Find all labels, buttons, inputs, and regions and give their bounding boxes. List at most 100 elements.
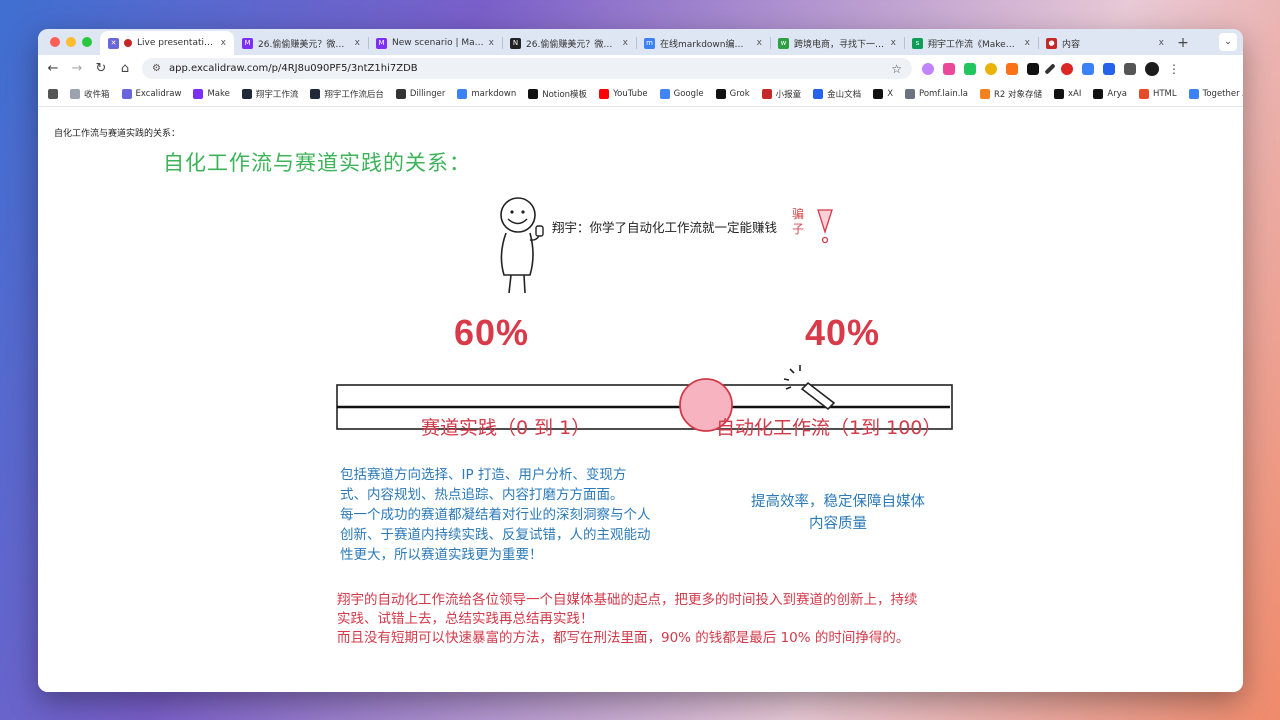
tab-live-presentation[interactable]: ✕ Live presentation - x bbox=[100, 31, 234, 55]
bookmark-item[interactable]: markdown bbox=[457, 89, 516, 99]
bookmark-item[interactable]: YouTube bbox=[599, 89, 648, 99]
reload-icon[interactable]: ↻ bbox=[94, 61, 108, 76]
stick-figure-illustration bbox=[500, 197, 544, 294]
tab-close-icon[interactable]: x bbox=[355, 38, 360, 48]
tab-cross-border[interactable]: w 跨境电商，寻找下一张船 x bbox=[770, 31, 904, 55]
bookmark-item[interactable]: Google bbox=[659, 89, 704, 99]
pen-extension-icon[interactable] bbox=[1044, 62, 1056, 75]
footer-line: 而且没有短期可以快速暴富的方法，都写在刑法里面，90% 的钱都是最后 10% 的… bbox=[337, 630, 910, 646]
tab-close-icon[interactable]: x bbox=[1025, 38, 1030, 48]
footer-note: 翔宇的自动化工作流给各位领导一个自媒体基础的起点，把更多的时间投入到赛道的创新上… bbox=[337, 591, 1037, 648]
kdocs-icon bbox=[813, 89, 824, 99]
recording-dot-icon bbox=[124, 39, 132, 47]
bookmark-item[interactable]: xAI bbox=[1054, 89, 1081, 99]
address-bar[interactable]: ⚙ app.excalidraw.com/p/4RJ8u090PF5/3ntZ1… bbox=[142, 58, 912, 79]
chrome-extension-icon[interactable] bbox=[985, 62, 997, 75]
bookmark-label: Together AI bbox=[1202, 89, 1243, 99]
google-icon bbox=[659, 89, 670, 99]
dillinger-icon bbox=[395, 89, 406, 99]
puzzle-extensions-icon[interactable] bbox=[1124, 62, 1136, 75]
left-desc-line: 创新、于赛道内持续实践、反复试错，人的主观能动 bbox=[340, 527, 651, 543]
tab-title: 26.偷偷赚美元？微信公众 bbox=[258, 39, 350, 50]
bookmark-label: Arya bbox=[1107, 89, 1127, 99]
tab-title: 在线markdown编辑器_ bbox=[660, 39, 752, 50]
bookmark-item[interactable]: Pomf.lain.la bbox=[905, 89, 968, 99]
tab-content[interactable]: ● 内容 x bbox=[1038, 31, 1172, 55]
bookmark-label: 收件箱 bbox=[84, 90, 110, 100]
sheet-favicon-icon: s bbox=[912, 37, 923, 49]
tab-close-icon[interactable]: x bbox=[623, 38, 628, 48]
tab-make-scenario[interactable]: M New scenario | Make x bbox=[368, 31, 502, 55]
excalidraw-canvas[interactable]: 自化工作流与赛道实践的关系： 自化工作流与赛道实践的关系： 翔宇：你学了自动化工… bbox=[38, 107, 1243, 692]
bookmark-item[interactable]: 收件箱 bbox=[70, 88, 110, 100]
bookmark-item[interactable]: Together AI bbox=[1188, 89, 1243, 99]
apps-grid-icon[interactable] bbox=[48, 89, 58, 99]
make-favicon-icon: M bbox=[242, 37, 253, 49]
profile-avatar[interactable] bbox=[1145, 61, 1159, 76]
html-icon bbox=[1138, 89, 1149, 99]
tab-title: 内容 bbox=[1062, 39, 1081, 50]
screenshot-extension-icon[interactable] bbox=[964, 62, 976, 75]
tab-markdown-editor[interactable]: m 在线markdown编辑器_ x bbox=[636, 31, 770, 55]
tab-make-basics[interactable]: s 翔宇工作流《Make基础 x bbox=[904, 31, 1038, 55]
wechat-favicon-icon: w bbox=[778, 37, 789, 49]
cloudflare-icon bbox=[980, 89, 990, 99]
bookmark-item[interactable]: Make bbox=[193, 89, 230, 99]
maximize-window-button[interactable] bbox=[82, 37, 92, 47]
tab-close-icon[interactable]: x bbox=[757, 38, 762, 48]
bookmark-item[interactable]: 翔宇工作流 bbox=[241, 88, 298, 100]
make-favicon-icon: M bbox=[376, 37, 387, 49]
tab-search-chevron-icon[interactable]: ⌄ bbox=[1219, 33, 1237, 51]
left-desc-line: 包括赛道方向选择、IP 打造、用户分析、变现方 bbox=[340, 467, 627, 483]
tab-close-icon[interactable]: x bbox=[891, 38, 896, 48]
url-text[interactable]: app.excalidraw.com/p/4RJ8u090PF5/3ntZ1hi… bbox=[169, 63, 883, 74]
right-desc-line: 内容质量 bbox=[809, 516, 867, 532]
translate-extension-icon[interactable] bbox=[1082, 62, 1094, 75]
bookmark-item[interactable]: X bbox=[873, 89, 893, 99]
bookmark-item[interactable]: Arya bbox=[1093, 89, 1127, 99]
tab-notion-article[interactable]: N 26.偷偷赚美元？微信公众 x bbox=[502, 31, 636, 55]
bookmark-item[interactable]: Excalidraw bbox=[121, 89, 181, 99]
tab-wechat-article[interactable]: M 26.偷偷赚美元？微信公众 x bbox=[234, 31, 368, 55]
tab-extension-icon[interactable] bbox=[1027, 62, 1039, 75]
left-description: 包括赛道方向选择、IP 打造、用户分析、变现方 式、内容规划、热点追踪、内容打磨… bbox=[340, 465, 710, 565]
home-icon[interactable]: ⌂ bbox=[118, 61, 132, 76]
bookmark-label: R2 对象存储 bbox=[994, 90, 1043, 100]
left-desc-line: 式、内容规划、热点追踪、内容打磨方方面面。 bbox=[340, 487, 624, 503]
bookmark-item[interactable]: Dillinger bbox=[395, 89, 446, 99]
tag-extension-icon[interactable] bbox=[1103, 62, 1115, 75]
tab-close-icon[interactable]: x bbox=[489, 38, 494, 48]
tab-close-icon[interactable]: x bbox=[1159, 38, 1164, 48]
openai-extension-icon[interactable] bbox=[922, 62, 934, 75]
browser-toolbar: ← → ↻ ⌂ ⚙ app.excalidraw.com/p/4RJ8u090P… bbox=[38, 55, 1243, 82]
bookmark-item[interactable]: 翔宇工作流后台 bbox=[310, 88, 384, 100]
forward-arrow-icon[interactable]: → bbox=[70, 61, 84, 76]
right-percent: 40% bbox=[805, 312, 881, 353]
bookmark-star-icon[interactable]: ☆ bbox=[891, 62, 902, 76]
extensions-area: ⋮ bbox=[922, 61, 1180, 76]
close-window-button[interactable] bbox=[50, 37, 60, 47]
bookmark-label: Grok bbox=[729, 89, 750, 99]
back-arrow-icon[interactable]: ← bbox=[46, 61, 60, 76]
bookmark-item[interactable]: Grok bbox=[715, 89, 750, 99]
bookmark-item[interactable]: HTML bbox=[1138, 89, 1177, 99]
bookmark-label: YouTube bbox=[613, 89, 648, 99]
grid-extension-icon[interactable] bbox=[943, 62, 955, 75]
browser-menu-icon[interactable]: ⋮ bbox=[1168, 62, 1180, 76]
minimize-window-button[interactable] bbox=[66, 37, 76, 47]
tab-close-icon[interactable]: x bbox=[221, 38, 226, 48]
bookmark-item[interactable]: 小报童 bbox=[761, 88, 801, 100]
site-icon bbox=[310, 89, 321, 99]
bookmark-item[interactable]: 金山文档 bbox=[813, 88, 861, 100]
color-extension-icon[interactable] bbox=[1006, 62, 1018, 75]
excalidraw-icon bbox=[121, 89, 132, 99]
bookmark-item[interactable]: Notion模板 bbox=[528, 88, 587, 100]
folder-icon bbox=[70, 89, 80, 99]
arya-icon bbox=[1093, 89, 1104, 99]
bookmark-label: Dillinger bbox=[409, 89, 446, 99]
site-settings-icon[interactable]: ⚙ bbox=[152, 63, 161, 74]
new-tab-button[interactable]: + bbox=[1172, 31, 1194, 55]
xiaobaotong-icon bbox=[761, 89, 772, 99]
bookmark-item[interactable]: R2 对象存储 bbox=[980, 88, 1042, 100]
stop-extension-icon[interactable] bbox=[1061, 62, 1073, 75]
